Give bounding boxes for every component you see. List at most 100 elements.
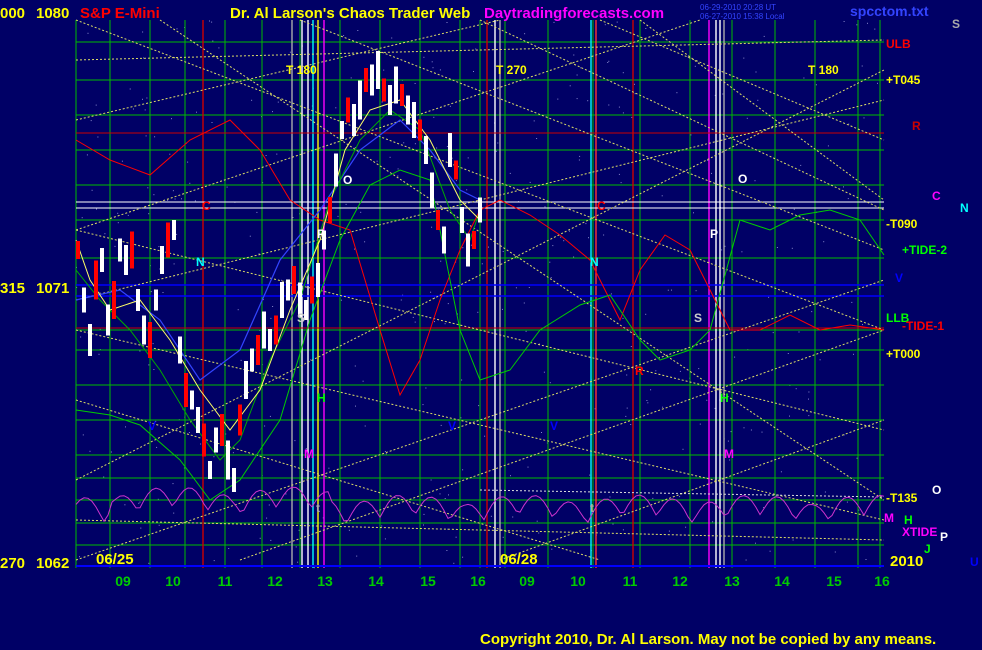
star xyxy=(610,293,612,295)
star xyxy=(173,263,175,265)
star xyxy=(81,217,83,219)
star xyxy=(580,67,582,69)
right-label: V xyxy=(895,271,903,285)
star xyxy=(803,77,805,79)
star xyxy=(80,336,82,338)
star xyxy=(364,425,366,427)
star xyxy=(819,359,821,361)
x-tick-label: 11 xyxy=(218,573,233,589)
star xyxy=(750,429,752,431)
star xyxy=(91,189,93,191)
star xyxy=(646,400,648,401)
star xyxy=(808,391,810,393)
star xyxy=(497,142,499,144)
star xyxy=(815,84,817,86)
star xyxy=(525,330,527,332)
x-tick-label: 16 xyxy=(874,573,890,589)
star xyxy=(397,175,399,177)
star xyxy=(176,233,178,235)
star xyxy=(795,388,797,390)
star xyxy=(856,24,858,26)
star xyxy=(755,542,756,544)
star xyxy=(354,248,356,250)
star xyxy=(431,226,433,228)
star xyxy=(847,198,849,200)
star xyxy=(258,253,260,255)
star xyxy=(754,180,756,182)
star xyxy=(757,99,759,101)
star xyxy=(297,561,299,563)
star xyxy=(647,402,649,404)
star xyxy=(630,424,632,425)
star xyxy=(391,37,393,39)
timing-label: T 270 xyxy=(496,63,527,77)
star xyxy=(397,168,399,170)
star xyxy=(466,189,468,191)
star xyxy=(422,404,424,406)
star xyxy=(162,292,164,293)
star xyxy=(488,246,489,248)
star xyxy=(690,134,692,136)
star xyxy=(682,448,684,450)
x-tick-label: 13 xyxy=(317,573,333,589)
star xyxy=(626,374,628,376)
star xyxy=(462,469,464,471)
star xyxy=(685,526,687,528)
star xyxy=(622,529,624,531)
star xyxy=(541,432,542,433)
star xyxy=(270,539,272,541)
star xyxy=(515,287,517,289)
star xyxy=(213,456,215,458)
star xyxy=(604,24,606,26)
star xyxy=(313,567,315,569)
star xyxy=(695,290,697,292)
star xyxy=(776,247,778,248)
star xyxy=(563,240,565,242)
copyright-notice: Copyright 2010, Dr. Al Larson. May not b… xyxy=(480,631,937,648)
star xyxy=(439,69,441,71)
price-label-degree: 315 xyxy=(0,280,25,297)
star xyxy=(212,40,214,42)
header-left-price: 1080 xyxy=(36,5,69,22)
header-left-degree: 000 xyxy=(0,5,25,22)
star xyxy=(495,150,497,152)
star xyxy=(86,154,88,156)
right-label: -T135 xyxy=(886,491,918,505)
star xyxy=(237,309,239,311)
star xyxy=(200,443,202,445)
star xyxy=(259,537,261,539)
star xyxy=(699,423,701,425)
price-label-degree: 270 xyxy=(0,555,25,572)
star xyxy=(800,164,802,166)
star xyxy=(588,237,589,239)
star xyxy=(194,200,196,202)
star xyxy=(150,291,152,293)
timestamp-2: 06-27-2010 15:38 Local xyxy=(700,12,785,21)
star xyxy=(509,172,511,174)
star xyxy=(730,431,732,433)
date-label: 06/28 xyxy=(500,551,538,568)
star xyxy=(698,368,700,370)
star xyxy=(793,208,795,210)
year-label: 2010 xyxy=(890,553,923,570)
star xyxy=(348,529,350,531)
star xyxy=(362,380,364,382)
star xyxy=(99,292,101,294)
star xyxy=(787,353,789,354)
star xyxy=(156,446,158,448)
star xyxy=(340,299,342,301)
x-tick-label: 10 xyxy=(570,573,586,589)
star xyxy=(772,332,774,334)
star xyxy=(174,198,176,200)
star xyxy=(455,536,457,538)
star xyxy=(662,406,664,408)
star xyxy=(661,195,663,197)
star xyxy=(152,343,154,345)
x-tick-label: 14 xyxy=(774,573,790,589)
star xyxy=(808,415,810,417)
star xyxy=(269,415,271,417)
star xyxy=(172,190,174,192)
star xyxy=(524,33,526,35)
star xyxy=(671,289,672,291)
star xyxy=(310,359,312,361)
